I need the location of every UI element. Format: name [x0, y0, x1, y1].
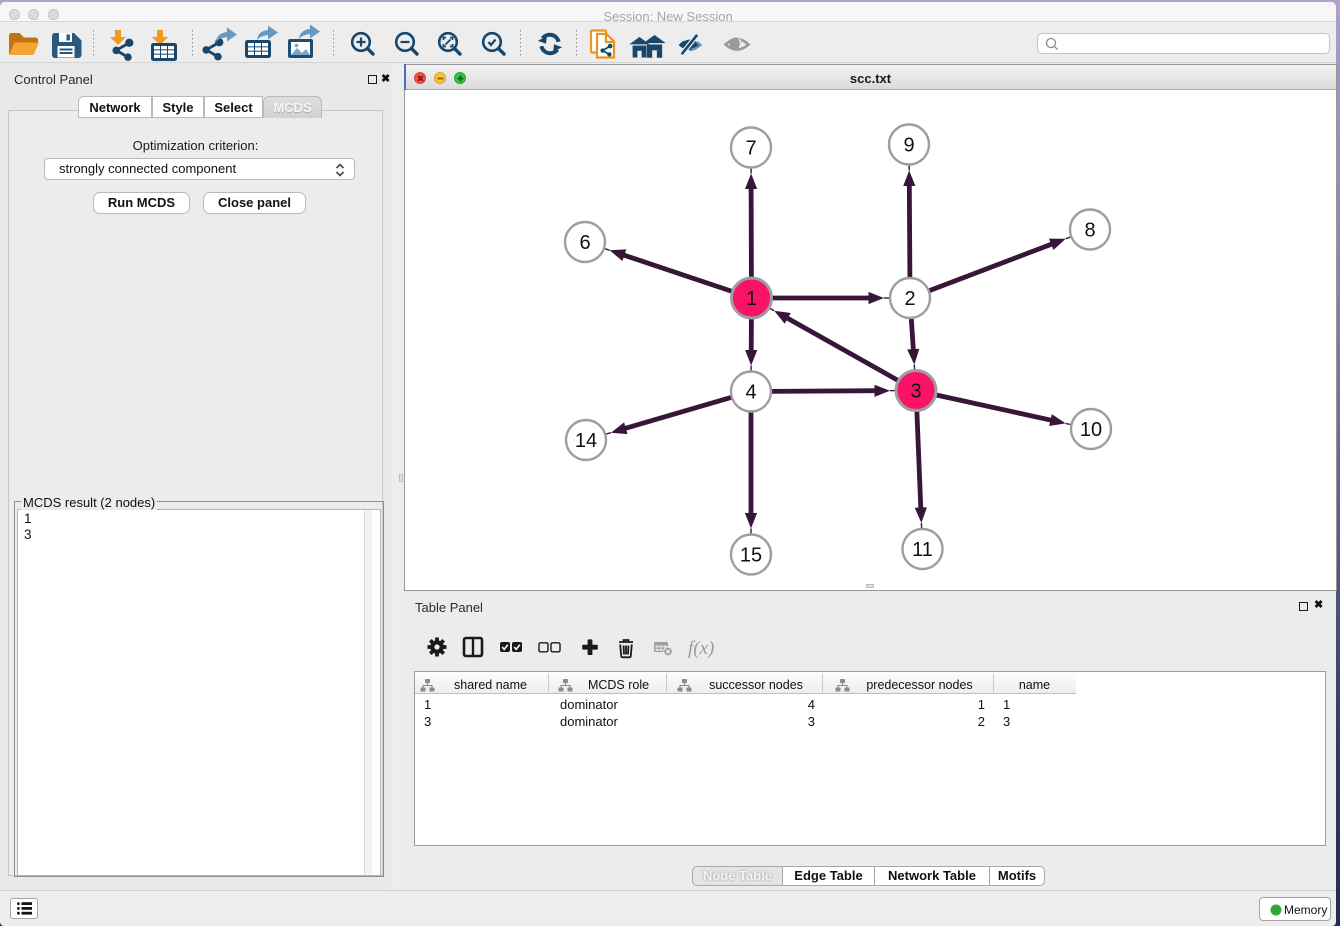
svg-text:3: 3	[910, 380, 921, 402]
svg-text:2: 2	[904, 288, 915, 310]
svg-text:1: 1	[745, 288, 756, 310]
svg-text:10: 10	[1079, 419, 1101, 441]
svg-text:6: 6	[579, 232, 590, 254]
svg-text:7: 7	[745, 137, 756, 159]
svg-text:11: 11	[912, 539, 933, 561]
svg-text:9: 9	[903, 134, 914, 156]
svg-text:f(x): f(x)	[688, 638, 714, 659]
svg-text:14: 14	[574, 430, 596, 452]
svg-text:4: 4	[745, 381, 756, 403]
svg-text:8: 8	[1084, 219, 1095, 241]
svg-text:15: 15	[739, 544, 761, 566]
